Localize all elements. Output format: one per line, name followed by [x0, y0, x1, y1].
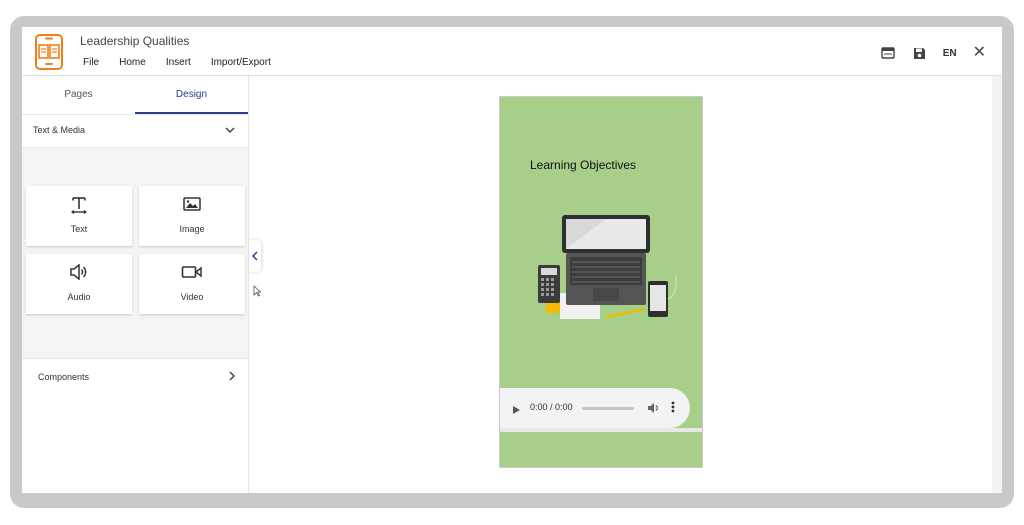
audio-tile[interactable]: Audio [26, 254, 132, 314]
audio-divider [500, 428, 702, 432]
laptop-illustration[interactable] [536, 215, 686, 330]
video-tile[interactable]: Video [139, 254, 245, 314]
panel-tabs: Pages Design [22, 76, 248, 115]
language-selector[interactable]: EN [943, 48, 957, 59]
save-icon[interactable] [911, 45, 929, 61]
close-icon[interactable]: ✕ [973, 45, 986, 61]
components-label: Components [38, 372, 90, 382]
more-options-icon[interactable] [671, 400, 675, 419]
book-logo-icon [35, 34, 63, 70]
image-icon [139, 196, 245, 216]
text-tile[interactable]: Text [26, 186, 132, 246]
audio-tile-label: Audio [67, 292, 91, 302]
canvas-scrollbar[interactable] [992, 76, 1002, 493]
collapse-panel-button[interactable] [249, 240, 261, 272]
tab-design[interactable]: Design [135, 76, 248, 114]
section-label: Text & Media [33, 125, 86, 135]
page-heading[interactable]: Learning Objectives [530, 158, 636, 172]
header-actions: EN ✕ [865, 45, 986, 61]
menu-import-export[interactable]: Import/Export [211, 57, 271, 68]
image-tile-label: Image [179, 224, 205, 234]
text-media-section-header[interactable]: Text & Media [22, 115, 248, 148]
audio-player[interactable]: 0:00 / 0:00 [500, 388, 690, 428]
menu-file[interactable]: File [83, 57, 99, 68]
tab-pages[interactable]: Pages [22, 76, 135, 114]
text-tile-label: Text [70, 224, 88, 234]
page-preview[interactable]: Learning Objectives 0:00 / 0:00 [499, 96, 703, 468]
audio-time: 0:00 / 0:00 [530, 402, 573, 412]
audio-progress-track[interactable] [582, 407, 634, 410]
mouse-cursor-icon [253, 284, 262, 302]
text-icon [26, 196, 132, 216]
play-icon[interactable] [512, 402, 521, 420]
chevron-right-icon [226, 369, 238, 387]
menu-bar: File Home Insert Import/Export [83, 57, 291, 68]
video-icon [139, 264, 245, 284]
chevron-down-icon [224, 123, 236, 141]
document-title: Leadership Qualities [80, 34, 190, 48]
image-tile[interactable]: Image [139, 186, 245, 246]
editor-window: Leadership Qualities File Home Insert Im… [22, 27, 1002, 493]
audio-icon [26, 264, 132, 284]
volume-icon[interactable] [647, 401, 661, 419]
app-header: Leadership Qualities File Home Insert Im… [22, 27, 1002, 76]
video-tile-label: Video [180, 292, 204, 302]
menu-insert[interactable]: Insert [166, 57, 191, 68]
chevron-left-icon [251, 251, 258, 261]
preview-icon[interactable] [879, 45, 897, 61]
design-panel: Pages Design Text & Media Text Image Aud… [22, 76, 249, 493]
menu-home[interactable]: Home [119, 57, 146, 68]
media-tiles: Text Image Audio Video [22, 148, 248, 358]
components-section-header[interactable]: Components [22, 358, 248, 394]
panel-empty-area [22, 393, 248, 493]
